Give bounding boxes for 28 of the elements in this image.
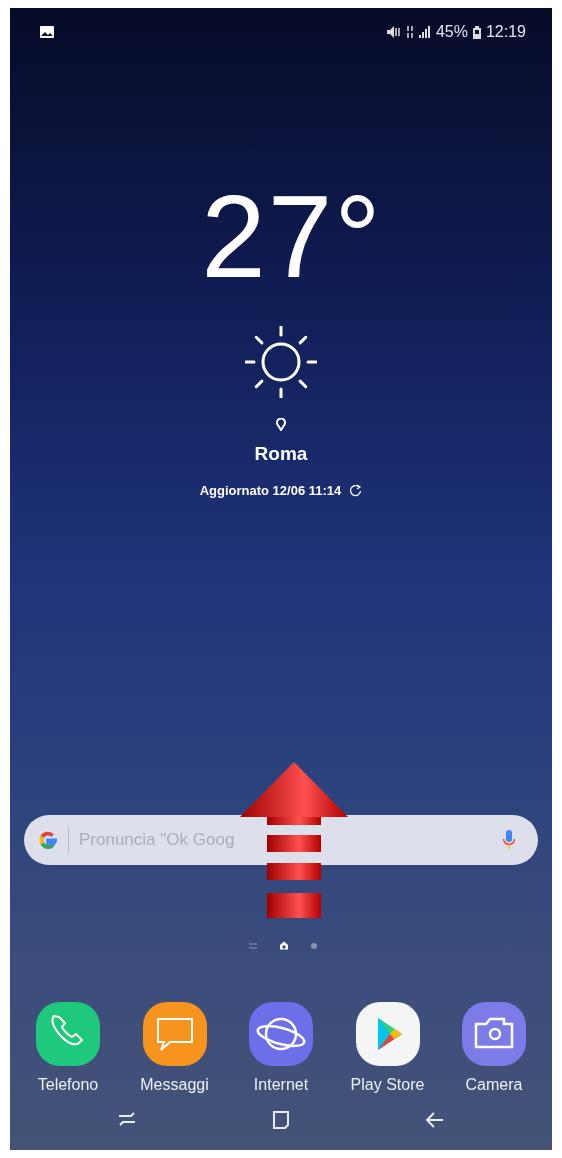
signal-icon: [418, 26, 431, 38]
data-arrows-icon: [405, 26, 414, 38]
phone-icon: [36, 1002, 100, 1066]
chat-bubble-icon: [142, 1002, 207, 1066]
city-name: Roma: [254, 443, 308, 465]
app-shortcut[interactable]: Messaggi: [126, 1002, 223, 1094]
app-shortcut[interactable]: Play Store: [339, 1002, 436, 1094]
battery-percent: 45%: [435, 23, 468, 41]
updated-time: Aggiornato 12/06 11:14: [199, 483, 342, 498]
sun-icon: [245, 326, 317, 398]
picture-icon: [40, 26, 54, 38]
clock: 12:19: [485, 23, 526, 41]
temperature: 27°: [201, 182, 383, 292]
mute-icon: [386, 26, 401, 38]
app-shortcut[interactable]: Camera: [446, 1002, 542, 1094]
battery-icon: [472, 25, 481, 39]
app-label: Telefono: [37, 1076, 99, 1094]
app-label: Play Store: [350, 1076, 425, 1094]
location-pin-icon: [276, 418, 286, 431]
app-label: Camera: [465, 1076, 523, 1094]
app-label: Messaggi: [140, 1076, 209, 1094]
refresh-icon: [349, 484, 363, 497]
app-shortcut[interactable]: Telefono: [20, 1002, 116, 1094]
microphone-icon: [502, 829, 516, 851]
app-shortcut[interactable]: Internet: [233, 1002, 329, 1094]
planet-icon: [249, 1002, 313, 1066]
app-label: Internet: [253, 1076, 309, 1094]
camera-icon: [462, 1002, 526, 1066]
